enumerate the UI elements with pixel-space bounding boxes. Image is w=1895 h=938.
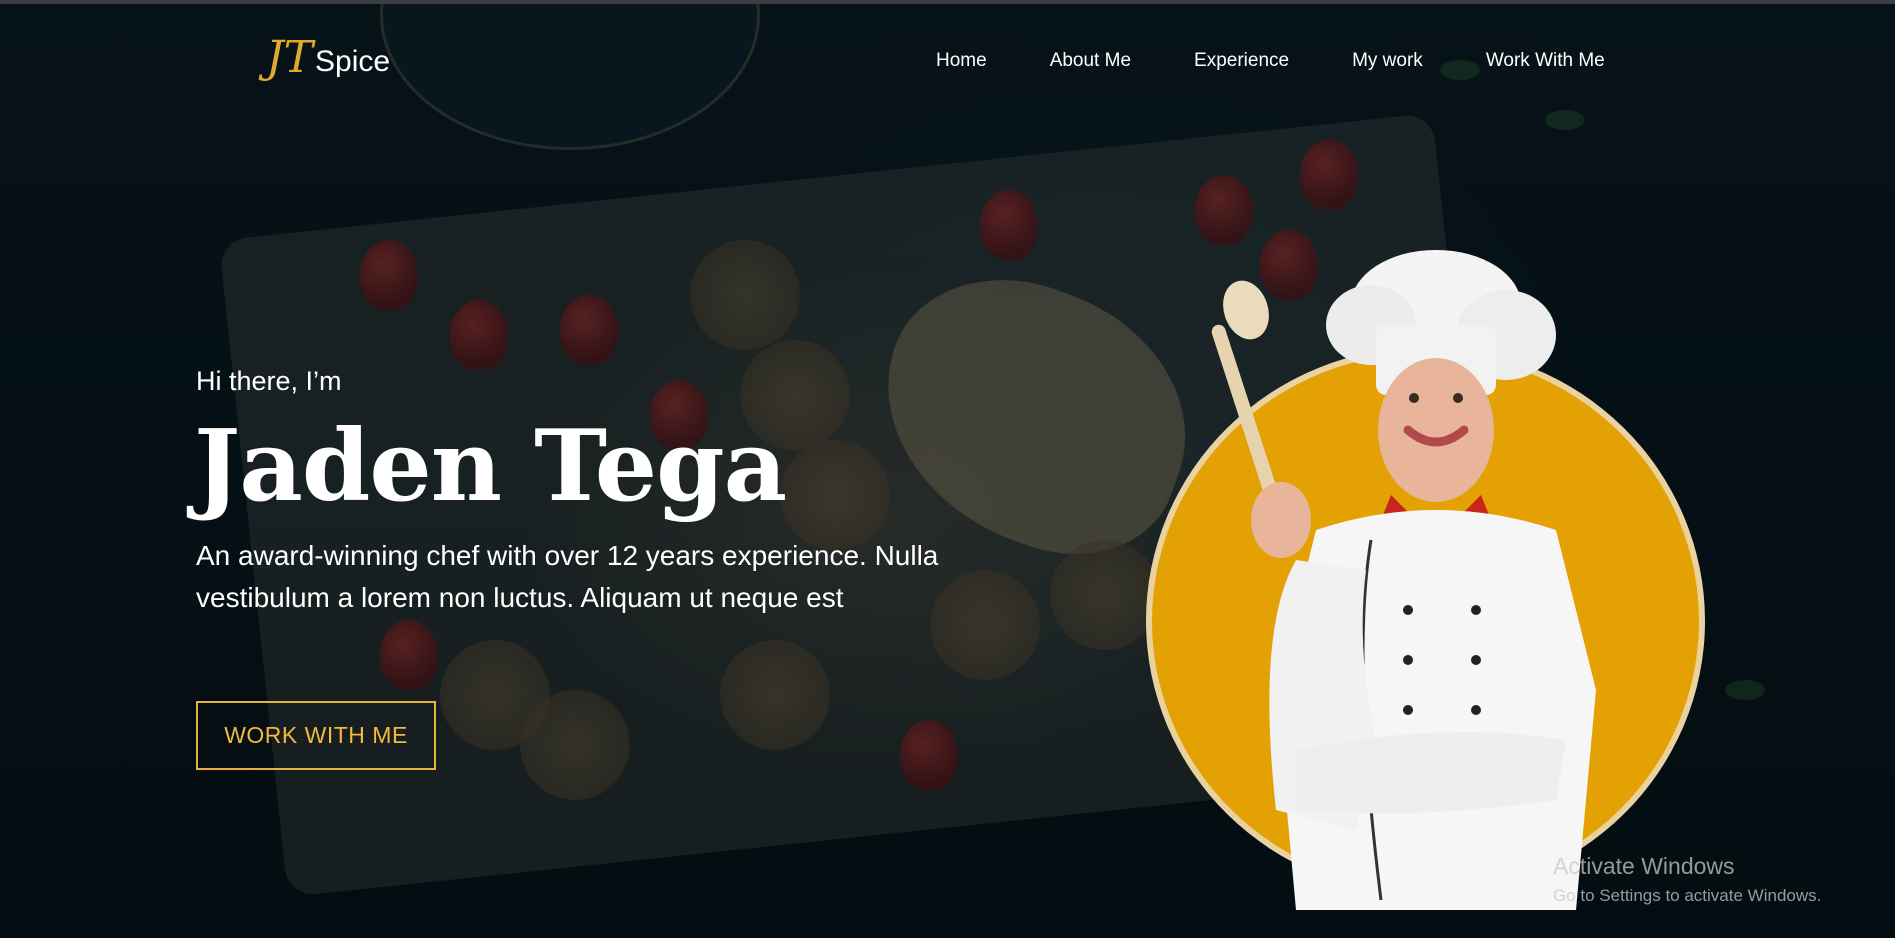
- windows-activation-watermark: Activate Windows Go to Settings to activ…: [1553, 853, 1821, 906]
- nav-experience[interactable]: Experience: [1194, 50, 1289, 72]
- hero-greeting: Hi there, I’m: [196, 366, 342, 396]
- main-nav: Home About Me Experience My work Work Wi…: [936, 50, 1605, 72]
- logo-mark: JT: [266, 32, 313, 83]
- work-with-me-button[interactable]: WORK WITH ME: [196, 701, 436, 770]
- site-logo[interactable]: JT Spice: [266, 34, 390, 82]
- chef-portrait-image: [1211, 250, 1596, 910]
- hero-name: Jaden Tega: [194, 409, 787, 524]
- hero-description: An award-winning chef with over 12 years…: [196, 540, 939, 613]
- nav-work-with-me[interactable]: Work With Me: [1486, 50, 1605, 72]
- watermark-title: Activate Windows: [1553, 853, 1735, 879]
- nav-about-me[interactable]: About Me: [1050, 50, 1131, 72]
- watermark-subtitle: Go to Settings to activate Windows.: [1553, 886, 1822, 905]
- window-top-border: [0, 0, 1895, 4]
- nav-my-work[interactable]: My work: [1352, 50, 1423, 72]
- nav-home[interactable]: Home: [936, 50, 987, 72]
- logo-text: Spice: [315, 45, 391, 78]
